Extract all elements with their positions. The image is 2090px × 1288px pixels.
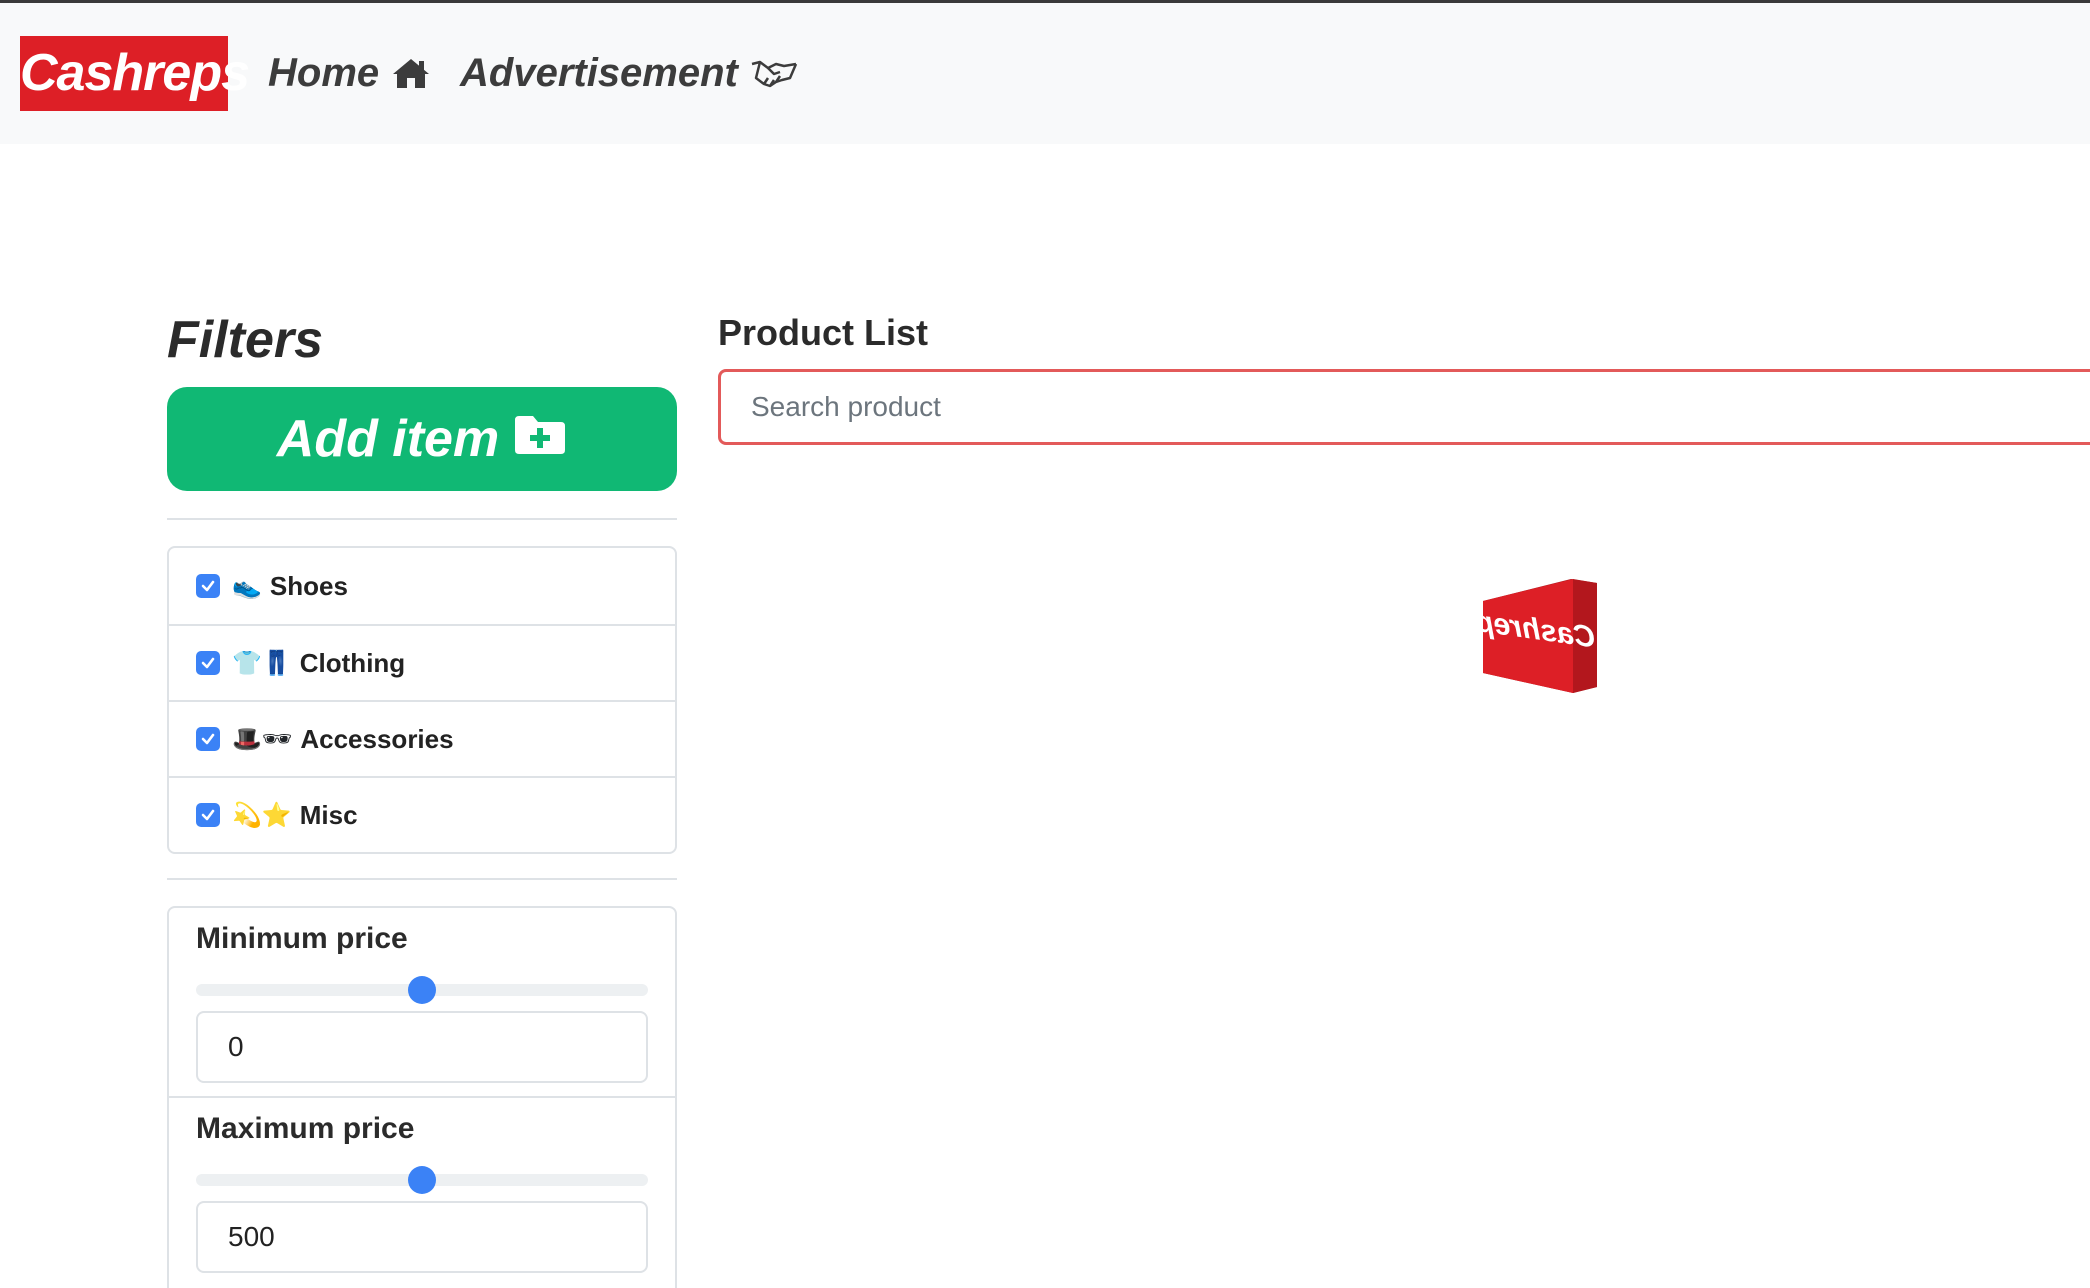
max-price-slider-thumb[interactable]	[408, 1166, 436, 1194]
category-filter-list: 👟 Shoes 👕👖 Clothing 🎩🕶 Accessories 💫⭐ Mi…	[167, 546, 677, 854]
min-price-slider-thumb[interactable]	[408, 976, 436, 1004]
product-list-title: Product List	[718, 312, 929, 353]
add-item-label: Add item	[276, 410, 500, 468]
filters-title: Filters	[167, 311, 324, 369]
min-price-section: Minimum price 0	[169, 908, 675, 1098]
sparkle-star-icon: 💫⭐	[232, 801, 292, 829]
nav-advertisement-link[interactable]: Advertisement	[460, 48, 798, 98]
max-price-section: Maximum price 500	[169, 1098, 675, 1288]
shoe-icon: 👟	[232, 572, 262, 600]
min-price-label: Minimum price	[196, 922, 408, 955]
price-filter-panel: Minimum price 0 Maximum price 500	[167, 906, 677, 1288]
nav-advertisement-label: Advertisement	[460, 50, 738, 95]
brand-logo[interactable]: Cashreps	[20, 36, 250, 111]
divider	[167, 518, 677, 520]
home-icon	[391, 56, 431, 90]
clothing-checkbox[interactable]	[196, 651, 220, 675]
min-price-input[interactable]: 0	[196, 1011, 648, 1083]
navbar: Cashreps Home Advertisement	[0, 3, 2090, 144]
handshake-icon	[750, 56, 798, 90]
category-label: Clothing	[299, 647, 406, 678]
nav-home-link[interactable]: Home	[268, 48, 431, 98]
category-item-shoes[interactable]: 👟 Shoes	[169, 548, 675, 624]
hat-sunglasses-icon: 🎩🕶	[232, 725, 293, 753]
max-price-label: Maximum price	[196, 1112, 415, 1145]
category-label: Misc	[299, 799, 358, 830]
shoes-checkbox[interactable]	[196, 574, 220, 598]
add-item-button[interactable]: Add item	[167, 387, 677, 491]
category-item-accessories[interactable]: 🎩🕶 Accessories	[169, 700, 675, 776]
category-label: Shoes	[269, 570, 348, 601]
max-price-input[interactable]: 500	[196, 1201, 648, 1273]
loading-cube-logo: Cashreps	[1459, 577, 1607, 695]
nav-home-label: Home	[268, 50, 380, 95]
shirt-jeans-icon: 👕👖	[232, 649, 292, 677]
category-item-clothing[interactable]: 👕👖 Clothing	[169, 624, 675, 700]
misc-checkbox[interactable]	[196, 803, 220, 827]
category-label: Accessories	[300, 723, 454, 754]
search-input[interactable]: Search product	[718, 369, 2090, 445]
accessories-checkbox[interactable]	[196, 727, 220, 751]
min-price-slider[interactable]	[196, 976, 648, 1004]
folder-plus-icon	[513, 409, 567, 469]
max-price-slider[interactable]	[196, 1166, 648, 1194]
divider	[167, 878, 677, 880]
category-item-misc[interactable]: 💫⭐ Misc	[169, 776, 675, 852]
